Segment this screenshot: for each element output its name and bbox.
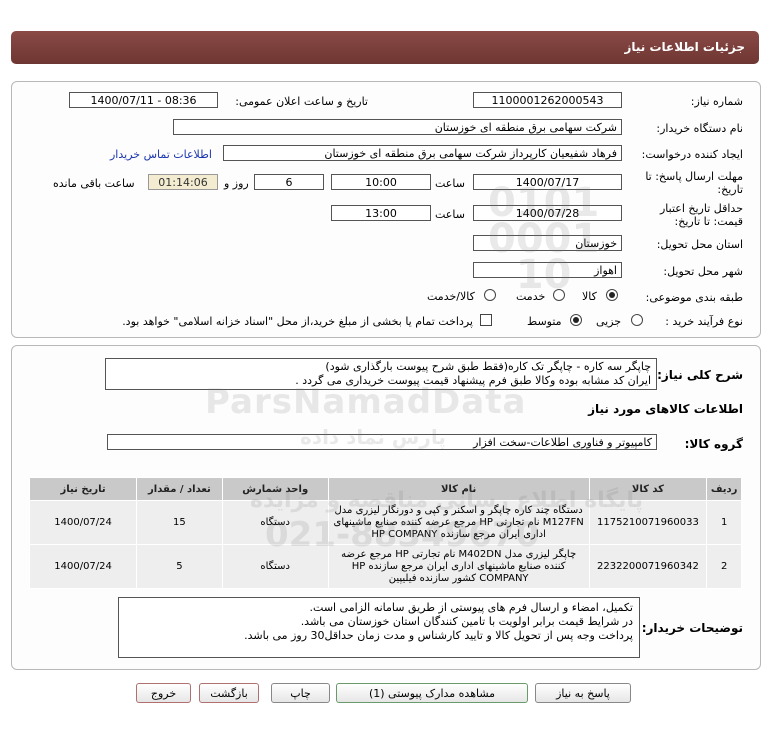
process-option-medium: متوسط [527,315,562,328]
announce-label: تاریخ و ساعت اعلان عمومی: [235,95,368,108]
exit-button[interactable]: خروج [136,683,191,703]
category-radio-goods[interactable] [606,289,618,301]
col-need-date: تاریخ نیاز [28,477,138,501]
creator-label: ایجاد کننده درخواست: [641,148,743,161]
buyer-notes-line-3: پرداخت وجه پس از تحویل کالا و تایید کارش… [244,629,633,642]
cell-row-number: 2 [706,544,742,589]
days-field: 6 [254,174,324,190]
col-quantity: تعداد / مقدار [136,477,223,501]
reply-time-field: 10:00 [331,174,431,190]
buyer-notes-label: توضیحات خریدار: [641,621,743,635]
need-number-label: شماره نیاز: [690,95,743,108]
reply-deadline-label: مهلت ارسال پاسخ: تا [645,170,743,183]
cell-quantity: 5 [136,544,223,589]
treasury-payment-note: پرداخت تمام یا بخشی از مبلغ خرید،از محل … [122,315,473,328]
process-option-minor: جزیی [596,315,622,328]
need-number-field: 1100001262000543 [473,92,622,108]
watermark-portal: پایگاه اطلاع رسانی مناقصه و مزایده [250,488,643,513]
page-title: جزئیات اطلاعات نیاز [624,40,745,54]
col-row-number: ردیف [706,477,742,501]
validity-label-2: قیمت: تا تاریخ: [674,215,743,228]
print-button[interactable]: چاپ [271,683,330,703]
buyer-notes-line-2: در شرایط قیمت برابر اولویت با تامین کنند… [300,615,633,628]
process-label: نوع فرآیند خرید : [665,315,743,328]
process-radio-medium[interactable] [570,314,582,326]
cell-need-date: 1400/07/24 [28,544,138,589]
announce-field: 1400/07/11 - 08:36 [69,92,218,108]
cell-item-code: 2232200071960342 [588,544,708,589]
watermark-phone: 021-88349670 [265,515,540,555]
description-label: شرح کلی نیاز: [657,368,743,382]
cell-quantity: 15 [136,500,223,545]
buyer-notes-line-1: تکمیل، امضاء و ارسال فرم های پیوستی از ط… [309,601,633,614]
validity-label: حداقل تاریخ اعتبار [659,202,743,215]
days-and-label: روز و [224,177,249,190]
buyer-org-field: شرکت سهامی برق منطقه ای خوزستان [173,119,622,135]
contact-buyer-link[interactable]: اطلاعات تماس خریدار [110,148,212,161]
reply-deadline-label-2: تاریخ: [717,183,743,196]
goods-group-label: گروه کالا: [684,437,743,451]
description-line-1: چاپگر سه کاره - چاپگر تک کاره(فقط طبق شر… [325,360,651,373]
watermark-stamp: 0101 0001 10 [488,180,600,298]
cell-row-number: 1 [706,500,742,545]
page-header: جزئیات اطلاعات نیاز [11,31,759,64]
validity-time-field: 13:00 [331,205,431,221]
watermark-brand-fa: پارس نماد داده [300,425,446,449]
city-label: شهر محل تحویل: [663,265,743,278]
remaining-time-field: 01:14:06 [148,174,218,190]
category-option-goods-service: کالا/خدمت [427,290,475,303]
category-label: طبقه بندی موضوعی: [645,291,743,304]
goods-section-title: اطلاعات کالاهای مورد نیاز [588,402,743,416]
reply-time-label: ساعت [435,177,465,190]
cell-need-date: 1400/07/24 [28,500,138,545]
validity-time-label: ساعت [435,208,465,221]
view-attachments-button[interactable]: مشاهده مدارک پیوستی (1) [336,683,528,703]
treasury-payment-checkbox[interactable] [480,314,492,326]
remaining-label: ساعت باقی مانده [53,177,135,190]
buyer-notes-box: تکمیل، امضاء و ارسال فرم های پیوستی از ط… [118,597,640,658]
watermark-brand: ParsNamadData [205,382,527,422]
province-label: استان محل تحویل: [656,238,743,251]
reply-button[interactable]: پاسخ به نیاز [535,683,631,703]
buyer-org-label: نام دستگاه خریدار: [656,122,743,135]
process-radio-minor[interactable] [631,314,643,326]
creator-field: فرهاد شفیعیان کارپرداز شرکت سهامی برق من… [223,145,622,161]
back-button[interactable]: بازگشت [199,683,259,703]
